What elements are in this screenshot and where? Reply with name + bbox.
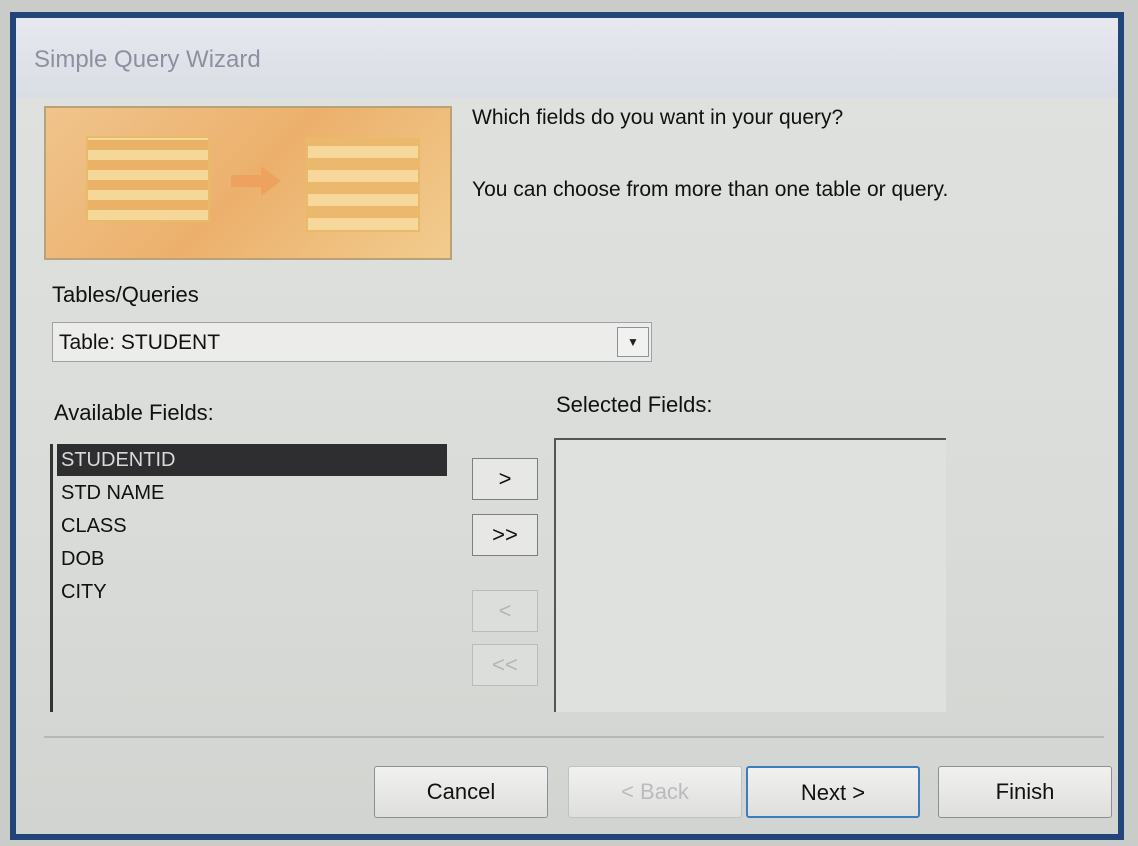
simple-query-wizard-window: Simple Query Wizard Which fields do you …	[10, 12, 1124, 840]
selected-fields-list[interactable]	[554, 438, 946, 712]
wizard-hint: You can choose from more than one table …	[472, 178, 949, 201]
window-title: Simple Query Wizard	[34, 46, 261, 73]
wizard-question: Which fields do you want in your query?	[472, 106, 844, 129]
add-all-fields-button[interactable]: >>	[472, 514, 538, 556]
field-item-dob[interactable]: DOB	[57, 543, 447, 575]
finish-button[interactable]: Finish	[938, 766, 1112, 818]
title-bar: Simple Query Wizard	[16, 18, 1118, 98]
footer-divider	[44, 736, 1104, 738]
field-item-studentid[interactable]: STUDENTID	[57, 444, 447, 476]
available-fields-list[interactable]: STUDENTID STD NAME CLASS DOB CITY	[50, 444, 451, 712]
field-item-class[interactable]: CLASS	[57, 510, 447, 542]
chevron-down-icon[interactable]: ▼	[617, 327, 649, 357]
next-button[interactable]: Next >	[746, 766, 920, 818]
query-graphic-icon	[306, 138, 420, 232]
arrow-icon	[231, 166, 281, 196]
back-button[interactable]: < Back	[568, 766, 742, 818]
field-item-std-name[interactable]: STD NAME	[57, 477, 447, 509]
remove-field-button[interactable]: <	[472, 590, 538, 632]
tables-queries-select[interactable]: Table: STUDENT ▼	[52, 322, 652, 362]
remove-all-fields-button[interactable]: <<	[472, 644, 538, 686]
available-fields-label: Available Fields:	[54, 400, 214, 425]
tables-queries-label: Tables/Queries	[52, 282, 199, 307]
table-graphic-icon	[86, 136, 210, 222]
field-item-city[interactable]: CITY	[57, 576, 447, 608]
selected-fields-label: Selected Fields:	[556, 392, 713, 417]
tables-queries-value: Table: STUDENT	[59, 331, 221, 354]
cancel-button[interactable]: Cancel	[374, 766, 548, 818]
add-field-button[interactable]: >	[472, 458, 538, 500]
wizard-illustration	[44, 106, 452, 260]
